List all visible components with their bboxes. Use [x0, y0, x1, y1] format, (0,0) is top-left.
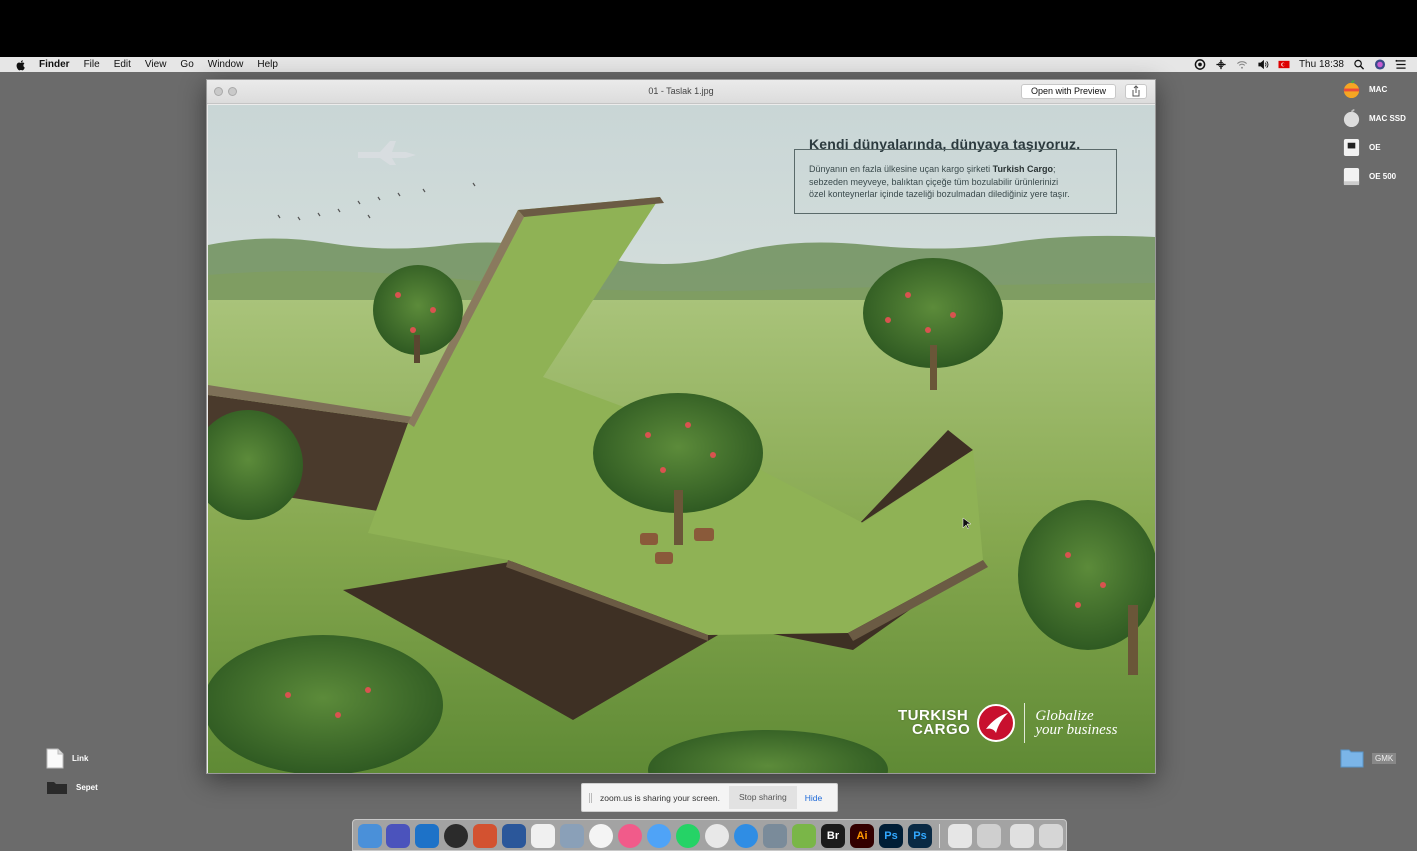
photoshop-alt-icon[interactable]: Ps	[908, 824, 932, 848]
ad-image: Kendi dünyalarında, dünyaya taşıyoruz. D…	[208, 105, 1155, 773]
logo-wordmark: TURKISH CARGO	[898, 708, 971, 738]
menu-bar: Finder File Edit View Go Window Help Thu…	[0, 57, 1417, 72]
chrome-icon[interactable]	[705, 824, 729, 848]
desktop-drive-oe-500[interactable]: OE 500	[1342, 167, 1396, 186]
trash-icon[interactable]	[1039, 824, 1063, 848]
ad-body-line-1-prefix: Dünyanın en fazla ülkesine uçan kargo şi…	[809, 164, 993, 174]
desktop-drive-label: MAC SSD	[1369, 114, 1406, 123]
slogan-line-1: Globalize	[1035, 708, 1094, 724]
dock: Br Ai Ps Ps	[352, 819, 1067, 851]
share-button[interactable]	[1125, 84, 1147, 99]
desktop-folder-gmk[interactable]: GMK	[1340, 748, 1397, 768]
desktop-drive-label: OE 500	[1369, 172, 1397, 181]
whatsapp-icon[interactable]	[676, 824, 700, 848]
downloads-stack-icon[interactable]	[977, 824, 1001, 848]
powerpoint-icon[interactable]	[473, 824, 497, 848]
menu-help[interactable]: Help	[257, 57, 278, 72]
ad-body-line-3: özel konteynerlar içinde tazeliği bozulm…	[809, 189, 1070, 199]
photos-icon[interactable]	[589, 824, 613, 848]
siri-icon[interactable]	[1374, 59, 1386, 70]
window-title: 01 - Taslak 1.jpg	[648, 86, 714, 96]
safari-icon[interactable]	[734, 824, 758, 848]
jpg-tool-icon[interactable]	[792, 824, 816, 848]
slogan-line-2: your business	[1035, 722, 1118, 738]
desktop-drive-label: OE	[1369, 143, 1381, 152]
spotlight-search-icon[interactable]	[1353, 59, 1365, 70]
ad-body-line-1: Dünyanın en fazla ülkesine uçan kargo şi…	[809, 163, 1109, 176]
ad-body-line-1-suffix: ;	[1052, 164, 1056, 174]
bridge-icon[interactable]: Br	[821, 824, 845, 848]
notification-center-icon[interactable]	[1395, 59, 1407, 70]
hide-button[interactable]: Hide	[805, 793, 822, 803]
share-icon	[1132, 85, 1140, 97]
desktop-folder-label: GMK	[1372, 752, 1397, 764]
word-icon[interactable]	[502, 824, 526, 848]
logo-line-2: CARGO	[912, 721, 971, 738]
turkish-cargo-logo: TURKISH CARGO Globalize your business	[898, 703, 1117, 743]
music-icon[interactable]	[618, 824, 642, 848]
flag-tr-icon[interactable]	[1278, 59, 1290, 70]
folder-icon	[1340, 749, 1364, 768]
ad-slogan: Globalize your business	[1035, 708, 1118, 738]
stop-sharing-button[interactable]: Stop sharing	[729, 786, 797, 809]
volume-icon[interactable]	[1257, 59, 1269, 70]
desktop-drive-mac-ssd[interactable]: MAC SSD	[1342, 109, 1406, 128]
menu-file[interactable]: File	[84, 57, 100, 72]
ad-body-line-2: sebzeden meyveye, balıktan çiçeğe tüm bo…	[809, 176, 1059, 187]
logo-divider	[1024, 703, 1026, 743]
textedit-icon[interactable]	[531, 824, 555, 848]
illustrator-icon[interactable]: Ai	[850, 824, 874, 848]
desktop-file-link[interactable]: Link	[46, 748, 88, 769]
outlook-icon[interactable]	[415, 824, 439, 848]
menu-go[interactable]: Go	[180, 57, 193, 72]
image-capture-icon[interactable]	[763, 824, 787, 848]
top-black-bar	[0, 0, 1417, 57]
preview-icon[interactable]	[560, 824, 584, 848]
dock-separator	[939, 824, 940, 848]
file-stack-icon[interactable]	[1010, 824, 1034, 848]
messages-icon[interactable]	[647, 824, 671, 848]
open-with-preview-button[interactable]: Open with Preview	[1021, 84, 1116, 99]
apple-menu-icon[interactable]	[13, 59, 29, 71]
external-drive-icon	[1343, 167, 1360, 186]
apple-drive-icon	[1343, 109, 1360, 128]
ad-body-brand: Turkish Cargo	[992, 164, 1053, 174]
wifi-icon[interactable]	[1236, 59, 1248, 70]
window-titlebar[interactable]: 01 - Taslak 1.jpg Open with Preview	[207, 80, 1155, 104]
sync-icon[interactable]	[1215, 59, 1227, 70]
menu-edit[interactable]: Edit	[114, 57, 131, 72]
folder-dark-icon	[47, 782, 67, 794]
menu-view[interactable]: View	[145, 57, 167, 72]
creative-cloud-icon[interactable]	[1194, 59, 1206, 70]
menu-window[interactable]: Window	[208, 57, 244, 72]
documents-stack-icon[interactable]	[948, 824, 972, 848]
menubar-clock[interactable]: Thu 18:38	[1299, 59, 1344, 70]
zoom-sharing-bar: zoom.us is sharing your screen. Stop sha…	[581, 783, 838, 812]
finder-icon[interactable]	[358, 824, 382, 848]
menu-finder[interactable]: Finder	[39, 57, 70, 72]
desktop-drive-mac[interactable]: MAC	[1342, 80, 1387, 99]
zoom-sharing-text: zoom.us is sharing your screen.	[600, 792, 720, 803]
desktop-file-label: Sepet	[76, 782, 98, 792]
activity-monitor-icon[interactable]	[444, 824, 468, 848]
desktop-trash-sepet[interactable]: Sepet	[46, 779, 98, 795]
desktop-file-label: Link	[72, 754, 89, 763]
ad-body-text: Dünyanın en fazla ülkesine uçan kargo şi…	[809, 163, 1109, 201]
desktop-drive-label: MAC	[1369, 85, 1388, 94]
photoshop-icon[interactable]: Ps	[879, 824, 903, 848]
external-drive-icon	[1343, 138, 1360, 157]
drag-handle-icon[interactable]	[589, 792, 592, 803]
preview-window[interactable]: 01 - Taslak 1.jpg Open with Preview Kend…	[206, 79, 1156, 774]
turkish-airlines-emblem-icon	[977, 704, 1016, 742]
apple-drive-icon	[1343, 80, 1360, 99]
teams-icon[interactable]	[386, 824, 410, 848]
document-icon	[46, 748, 64, 769]
desktop-drive-oe[interactable]: OE	[1342, 138, 1381, 157]
